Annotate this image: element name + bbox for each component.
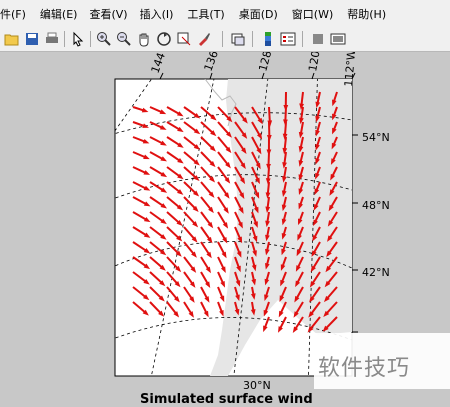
toolbar-separator <box>222 31 223 47</box>
save-icon[interactable] <box>24 31 40 47</box>
open-folder-icon[interactable] <box>4 31 20 47</box>
lat-label: 48°N <box>362 199 390 212</box>
hide-plot-tools-icon[interactable] <box>310 31 326 47</box>
toolbar-separator <box>90 31 91 47</box>
lat-label: 54°N <box>362 131 390 144</box>
lon-label: 128 <box>256 52 274 73</box>
brush-icon[interactable] <box>196 31 212 47</box>
lon-label: 136° <box>202 52 223 73</box>
lon-label: 112°W <box>342 52 358 87</box>
legend-icon[interactable] <box>280 31 296 47</box>
menu-help[interactable]: 帮助(H) <box>347 6 386 22</box>
lon-label: 144° <box>149 52 170 75</box>
link-plot-icon[interactable] <box>230 31 246 47</box>
menu-window[interactable]: 窗口(W) <box>292 6 333 22</box>
pointer-icon[interactable] <box>70 31 86 47</box>
data-cursor-icon[interactable] <box>176 31 192 47</box>
show-plot-tools-icon[interactable] <box>330 31 346 47</box>
rotate-3d-icon[interactable] <box>156 31 172 47</box>
menu-tools[interactable]: 工具(T) <box>187 6 224 22</box>
menu-edit[interactable]: 编辑(E) <box>40 6 78 22</box>
toolbar-separator <box>252 31 253 47</box>
zoom-out-icon[interactable] <box>116 31 132 47</box>
toolbar-separator <box>64 31 65 47</box>
lat-label: 30°N <box>243 379 271 392</box>
menu-view[interactable]: 查看(V) <box>89 6 127 22</box>
menu-insert[interactable]: 插入(I) <box>140 6 174 22</box>
menu-bar: 件(F) 编辑(E) 查看(V) 插入(I) 工具(T) 桌面(D) 窗口(W)… <box>0 0 450 28</box>
figure-toolbar <box>0 27 450 52</box>
pan-hand-icon[interactable] <box>136 31 152 47</box>
toolbar-separator <box>302 31 303 47</box>
watermark-text: 软件技巧 <box>318 350 410 382</box>
lat-label: 42°N <box>362 266 390 279</box>
plot-caption: Simulated surface wind <box>140 392 313 407</box>
zoom-in-icon[interactable] <box>96 31 112 47</box>
lon-label: 120 <box>306 52 322 73</box>
menu-file[interactable]: 件(F) <box>0 6 26 22</box>
colorbar-icon[interactable] <box>260 31 276 47</box>
print-icon[interactable] <box>44 31 60 47</box>
menu-desktop[interactable]: 桌面(D) <box>239 6 278 22</box>
